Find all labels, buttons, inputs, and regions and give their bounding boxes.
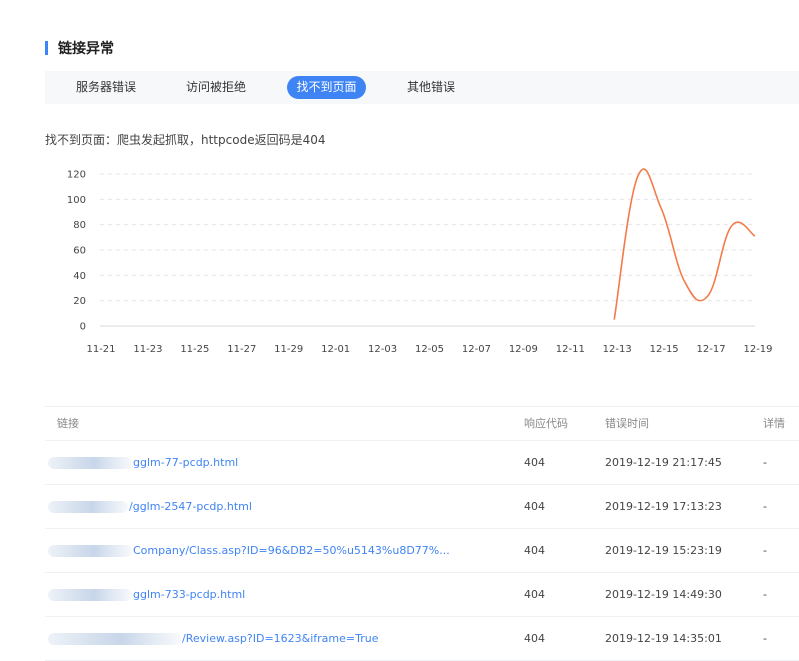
response-code-cell: 404	[524, 588, 545, 601]
table-row: gglm-77-pcdp.html 404 2019-12-19 21:17:4…	[45, 441, 799, 485]
error-time-cell: 2019-12-19 17:13:23	[605, 500, 722, 513]
header-detail: 详情	[763, 417, 785, 430]
chart-x-tick-label: 12-19	[743, 344, 772, 355]
blurred-domain	[48, 633, 181, 645]
response-code-cell: 404	[524, 544, 545, 557]
tab-page-not-found[interactable]: 找不到页面	[287, 76, 366, 99]
detail-cell: -	[763, 588, 767, 601]
blurred-domain	[48, 501, 128, 513]
chart-x-tick-label: 11-25	[180, 344, 209, 355]
tab-other-errors[interactable]: 其他错误	[395, 76, 467, 99]
chart-y-tick-label: 0	[80, 322, 86, 333]
table-row: Company/Class.asp?ID=96&DB2=50%u5143%u8D…	[45, 529, 799, 573]
chart-x-tick-label: 12-13	[603, 344, 632, 355]
chart-x-ticks: 11-21 11-23 11-25 11-27 11-29 12-01 12-03 12-05…	[86, 344, 772, 355]
chart-y-tick-label: 80	[73, 220, 86, 231]
error-type-tabs: 服务器错误 访问被拒绝 找不到页面 其他错误	[45, 71, 799, 104]
chart-x-tick-label: 12-09	[509, 344, 538, 355]
chart-series	[613, 168, 756, 320]
table-row: /Review.asp?ID=1623&iframe=True 404 2019…	[45, 617, 799, 661]
response-code-cell: 404	[524, 500, 545, 513]
chart-x-tick-label: 11-29	[274, 344, 303, 355]
header-link: 链接	[57, 417, 79, 430]
chart-x-tick-label: 12-11	[556, 344, 585, 355]
error-time-cell: 2019-12-19 15:23:19	[605, 544, 722, 557]
section-title: 链接异常	[45, 38, 114, 58]
error-time-cell: 2019-12-19 14:49:30	[605, 588, 722, 601]
blurred-domain	[48, 457, 132, 469]
tab-access-denied[interactable]: 访问被拒绝	[176, 76, 256, 99]
section-title-text: 链接异常	[58, 41, 114, 57]
detail-cell: -	[763, 456, 767, 469]
chart-x-tick-label: 11-27	[227, 344, 256, 355]
url-link[interactable]: /gglm-2547-pcdp.html	[129, 500, 252, 513]
url-cell: Company/Class.asp?ID=96&DB2=50%u5143%u8D…	[48, 529, 450, 572]
response-code-cell: 404	[524, 632, 545, 645]
chart-y-ticks: 0 20 40 60 80 100 120	[67, 170, 86, 333]
url-cell: /gglm-2547-pcdp.html	[48, 485, 252, 528]
chart-x-tick-label: 11-23	[133, 344, 162, 355]
table-row: /gglm-2547-pcdp.html 404 2019-12-19 17:1…	[45, 485, 799, 529]
response-code-cell: 404	[524, 456, 545, 469]
tab-server-error[interactable]: 服务器错误	[66, 76, 146, 99]
chart-y-tick-label: 40	[73, 271, 86, 282]
chart-x-tick-label: 12-07	[462, 344, 491, 355]
chart-x-tick-label: 12-17	[697, 344, 726, 355]
chart-x-tick-label: 11-21	[86, 344, 115, 355]
url-cell: /Review.asp?ID=1623&iframe=True	[48, 617, 379, 660]
blurred-domain	[48, 589, 132, 601]
error-trend-chart: 020406080100120 11-21 11-23 11-25 11-27 11-2…	[67, 168, 773, 355]
chart-y-tick-label: 20	[73, 296, 86, 307]
chart-x-tick-label: 12-05	[415, 344, 444, 355]
url-cell: gglm-733-pcdp.html	[48, 573, 245, 616]
detail-cell: -	[763, 544, 767, 557]
title-accent-bar	[45, 41, 48, 55]
error-links-table: 链接 响应代码 错误时间 详情 gglm-77-pcdp.html 404 20…	[45, 406, 799, 661]
header-response-code: 响应代码	[524, 417, 568, 430]
chart-x-tick-label: 12-15	[650, 344, 679, 355]
blurred-domain	[48, 545, 132, 557]
error-time-cell: 2019-12-19 21:17:45	[605, 456, 722, 469]
detail-cell: -	[763, 632, 767, 645]
error-time-cell: 2019-12-19 14:35:01	[605, 632, 722, 645]
chart-y-tick-label: 60	[73, 246, 86, 257]
url-link[interactable]: /Review.asp?ID=1623&iframe=True	[182, 632, 379, 645]
table-row: gglm-733-pcdp.html 404 2019-12-19 14:49:…	[45, 573, 799, 617]
url-link[interactable]: gglm-77-pcdp.html	[133, 456, 238, 469]
table-header: 链接 响应代码 错误时间 详情	[45, 407, 799, 441]
chart-x-tick-label: 12-01	[321, 344, 350, 355]
url-link[interactable]: Company/Class.asp?ID=96&DB2=50%u5143%u8D…	[133, 544, 450, 557]
chart-series-line	[613, 168, 756, 320]
url-cell: gglm-77-pcdp.html	[48, 441, 238, 484]
url-link[interactable]: gglm-733-pcdp.html	[133, 588, 245, 601]
chart-x-tick-label: 12-03	[368, 344, 397, 355]
detail-cell: -	[763, 500, 767, 513]
chart-y-tick-label: 120	[67, 170, 86, 181]
error-description: 找不到页面：爬虫发起抓取，httpcode返回码是404	[45, 133, 326, 147]
chart-y-tick-label: 100	[67, 195, 86, 206]
header-error-time: 错误时间	[605, 417, 649, 430]
